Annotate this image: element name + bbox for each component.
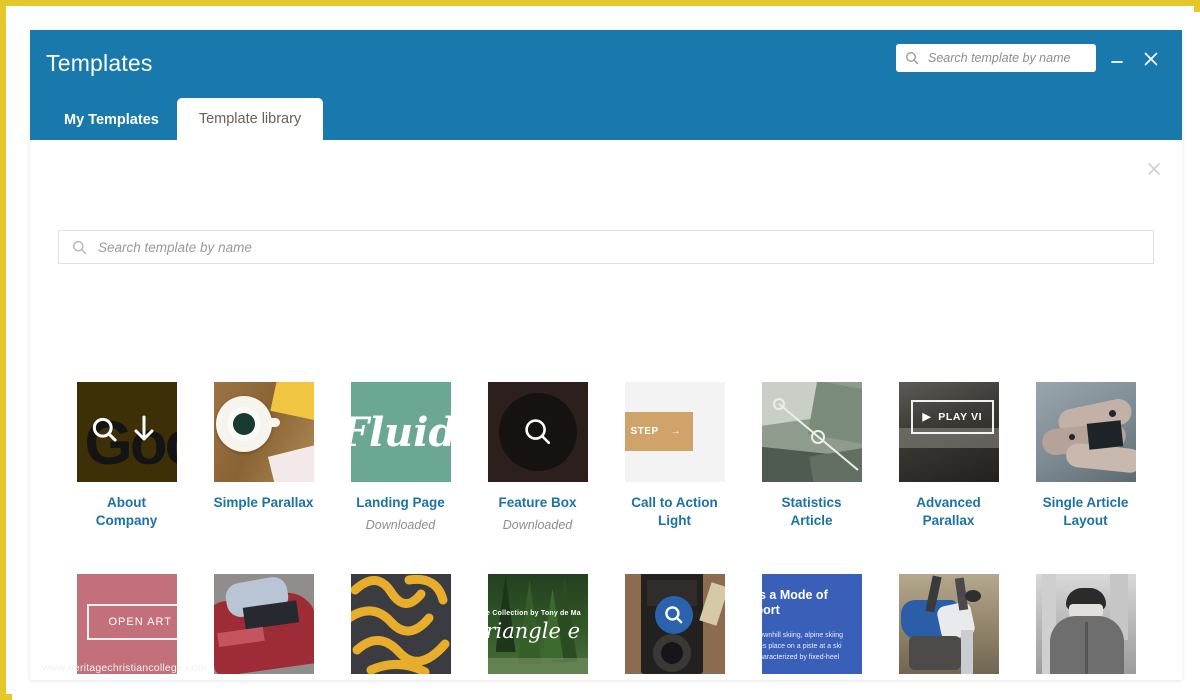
header-search-input[interactable]: [926, 50, 1086, 66]
template-thumbnail[interactable]: [1036, 574, 1136, 674]
download-arrow-icon: [131, 414, 157, 444]
header-search-box[interactable]: [896, 44, 1096, 72]
template-card[interactable]: Hero Section: [195, 574, 332, 680]
statistics-line-icon: [762, 382, 862, 482]
search-icon: [905, 51, 919, 65]
play-icon: ▶: [923, 411, 932, 423]
template-thumbnail[interactable]: he Collection by Tony de Ma Triangle e: [488, 574, 588, 674]
template-card[interactable]: Artistic Portfolio: [332, 574, 469, 680]
window-frame: Templates: [0, 0, 1200, 700]
template-search-input[interactable]: [96, 239, 496, 256]
thumb-cta-label: STEP: [631, 426, 659, 437]
template-card[interactable]: STEP → Call to Action Light: [606, 382, 743, 538]
template-title: Simple Parallax: [214, 494, 314, 512]
template-card[interactable]: Statistics Article: [743, 382, 880, 538]
tab-my-templates-label: My Templates: [64, 112, 159, 128]
template-title: About Company: [75, 494, 179, 530]
tab-template-library[interactable]: Template library: [177, 98, 323, 140]
template-card[interactable]: Feature Box Downloaded: [469, 382, 606, 538]
template-card[interactable]: Photography Portfolio: [606, 574, 743, 680]
template-title: Landing Page: [356, 494, 445, 512]
template-title: Statistics Article: [760, 494, 864, 530]
thumb-cta-button: OPEN ART: [87, 604, 177, 640]
template-card[interactable]: Automotive Template: [880, 574, 1017, 680]
template-thumbnail[interactable]: [351, 574, 451, 674]
thumb-article-heading: is a Mode ofport: [762, 588, 862, 618]
template-thumbnail[interactable]: [625, 574, 725, 674]
thumb-cta-button: STEP →: [625, 412, 694, 451]
template-card[interactable]: Business Introduction: [1017, 574, 1154, 680]
template-thumbnail[interactable]: [762, 382, 862, 482]
arrow-right-icon: →: [671, 426, 682, 437]
tab-my-templates[interactable]: My Templates: [46, 100, 177, 140]
close-icon: [1146, 161, 1162, 177]
template-grid: Goo About Company Simple Parallax Fluid …: [58, 382, 1154, 680]
modal-titlebar: Templates: [30, 30, 1182, 140]
template-status: Downloaded: [366, 518, 436, 532]
template-card[interactable]: Single Article Layout: [1017, 382, 1154, 538]
minimize-icon: [1109, 51, 1125, 67]
thumb-play-button: ▶ PLAY VI: [911, 400, 995, 434]
template-thumbnail[interactable]: [214, 574, 314, 674]
template-thumbnail[interactable]: STEP →: [625, 382, 725, 482]
template-card[interactable]: Goo About Company: [58, 382, 195, 538]
template-search-box[interactable]: [58, 230, 1154, 264]
template-thumbnail[interactable]: OPEN ART: [77, 574, 177, 674]
watermark: www.heritagechristiancollege.com: [42, 662, 207, 674]
thumb-article-body: downhill skiing, alpine skiingkes place …: [762, 630, 862, 663]
template-card[interactable]: ▶ PLAY VI Advanced Parallax: [880, 382, 1017, 538]
template-status: Downloaded: [503, 518, 573, 532]
thumb-script-text: Fluid: [351, 409, 451, 456]
search-icon: [664, 605, 684, 625]
thumb-script-text: Triangle e: [488, 619, 588, 643]
template-title: Feature Box: [498, 494, 576, 512]
page-title: Templates: [46, 50, 153, 77]
thumb-kicker: he Collection by Tony de Ma: [488, 610, 588, 617]
template-thumbnail[interactable]: Goo: [77, 382, 177, 482]
thumb-cta-label: OPEN ART: [109, 616, 172, 628]
template-title: Call to Action Light: [623, 494, 727, 530]
template-library-panel: Goo About Company Simple Parallax Fluid …: [30, 140, 1182, 680]
search-icon: [523, 417, 553, 447]
close-window-button[interactable]: [1138, 46, 1164, 72]
template-thumbnail[interactable]: Fluid: [351, 382, 451, 482]
template-card[interactable]: he Collection by Tony de Ma Triangle e N…: [469, 574, 606, 680]
page-surface: Templates: [12, 12, 1200, 700]
minimize-button[interactable]: [1104, 46, 1130, 72]
thumb-play-label: PLAY VI: [938, 411, 982, 423]
search-icon: [72, 240, 87, 255]
brush-strokes-icon: [351, 574, 451, 674]
template-thumbnail[interactable]: [488, 382, 588, 482]
close-icon: [1142, 50, 1160, 68]
search-icon: [91, 416, 119, 444]
template-title: Advanced Parallax: [897, 494, 1001, 530]
template-card[interactable]: Simple Parallax: [195, 382, 332, 538]
template-thumbnail[interactable]: ▶ PLAY VI: [899, 382, 999, 482]
search-badge: [655, 596, 693, 634]
template-card[interactable]: Fluid Landing Page Downloaded: [332, 382, 469, 538]
template-thumbnail[interactable]: [1036, 382, 1136, 482]
template-thumbnail[interactable]: [214, 382, 314, 482]
panel-close-button[interactable]: [1142, 157, 1166, 181]
templates-modal: Templates: [30, 30, 1182, 680]
tab-bar: My Templates Template library: [46, 98, 323, 140]
tab-template-library-label: Template library: [199, 111, 301, 127]
template-card[interactable]: is a Mode ofport downhill skiing, alpine…: [743, 574, 880, 680]
template-title: Single Article Layout: [1034, 494, 1138, 530]
template-thumbnail[interactable]: [899, 574, 999, 674]
template-thumbnail[interactable]: is a Mode ofport downhill skiing, alpine…: [762, 574, 862, 674]
